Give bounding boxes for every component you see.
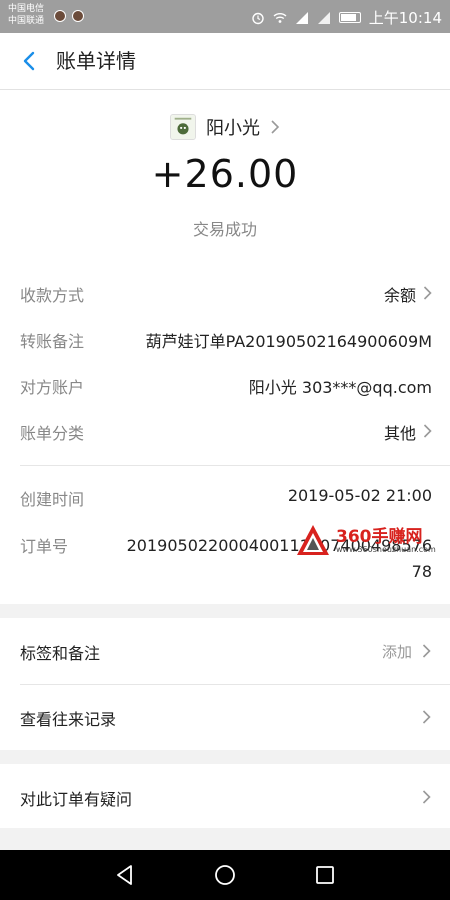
watermark-logo-icon — [297, 525, 329, 555]
chevron-right-icon — [271, 120, 280, 134]
order-question-row[interactable]: 对此订单有疑问 — [20, 764, 450, 828]
detail-row-category[interactable]: 账单分类 其他 — [20, 420, 432, 450]
detail-row-transfer-note: 转账备注 葫芦娃订单PA20190502164900609M — [20, 328, 432, 358]
chevron-right-icon — [423, 424, 432, 438]
avatar — [170, 114, 196, 140]
detail-row-payment-method[interactable]: 收款方式 余额 — [20, 282, 432, 312]
detail-row-created-time: 创建时间 2019-05-02 21:00 — [20, 486, 432, 516]
detail-row-counterparty: 对方账户 阳小光 303***@qq.com — [20, 374, 432, 404]
signal-icon — [317, 11, 330, 24]
nav-home-icon[interactable] — [212, 862, 238, 888]
notification-icon — [72, 10, 84, 22]
add-hint: 添加 — [381, 643, 412, 661]
carrier-info: 中国电信 中国联通 — [8, 3, 44, 27]
detail-label: 收款方式 — [20, 286, 85, 305]
payee-name: 阳小光 — [206, 118, 260, 139]
detail-value: 余额 — [383, 286, 416, 305]
divider — [20, 465, 450, 466]
watermark-text: 360手赚网 — [336, 527, 423, 547]
carrier-1: 中国电信 — [8, 4, 45, 14]
status-bar: 中国电信 中国联通 上午10:14 — [0, 0, 450, 33]
notification-icon — [54, 10, 66, 22]
nav-recents-icon[interactable] — [312, 862, 338, 888]
transaction-status: 交易成功 — [192, 220, 257, 239]
detail-label: 创建时间 — [20, 490, 85, 509]
page-title: 账单详情 — [56, 49, 136, 73]
carrier-2: 中国联通 — [8, 16, 45, 26]
avatar-image — [171, 115, 195, 139]
menu-label: 查看往来记录 — [20, 710, 117, 729]
history-row[interactable]: 查看往来记录 — [20, 684, 450, 750]
detail-label: 对方账户 — [20, 378, 85, 397]
status-icons: 上午10:14 — [251, 7, 442, 28]
chevron-right-icon — [422, 790, 431, 804]
detail-label: 订单号 — [20, 537, 69, 556]
chevron-right-icon — [423, 286, 432, 300]
bill-detail-card: 阳小光 +26.00 交易成功 收款方式 余额 转账备注 葫芦娃订单PA2019… — [0, 90, 450, 604]
detail-value: 葫芦娃订单PA20190502164900609M — [145, 332, 432, 351]
detail-value: 其他 — [383, 424, 416, 443]
question-card: 对此订单有疑问 — [0, 764, 450, 828]
nav-back-icon[interactable] — [112, 862, 138, 888]
detail-label: 账单分类 — [20, 424, 85, 443]
clock: 上午10:14 — [368, 9, 442, 27]
watermark-url: www.360shouzhuan.com — [336, 545, 436, 554]
chevron-right-icon — [422, 710, 431, 724]
back-icon[interactable] — [16, 47, 44, 75]
battery-icon — [338, 12, 361, 23]
signal-icon — [295, 11, 308, 24]
detail-value: 2019-05-02 21:00 — [287, 486, 432, 505]
chevron-right-icon — [422, 644, 431, 658]
app-header: 账单详情 — [0, 33, 450, 90]
menu-label: 标签和备注 — [20, 644, 101, 663]
tags-and-notes-row[interactable]: 标签和备注 添加 — [20, 618, 450, 684]
alarm-icon — [252, 12, 264, 24]
menu-label: 对此订单有疑问 — [20, 790, 133, 809]
detail-value: 阳小光 303***@qq.com — [248, 378, 432, 397]
wifi-icon — [273, 12, 287, 23]
detail-label: 转账备注 — [20, 332, 85, 351]
payee-link[interactable]: 阳小光 — [0, 110, 450, 144]
actions-card: 标签和备注 添加 查看往来记录 — [0, 618, 450, 750]
watermark: 360手赚网 www.360shouzhuan.com — [296, 522, 446, 560]
transaction-amount: +26.00 — [151, 152, 299, 196]
system-nav-bar — [0, 850, 450, 900]
